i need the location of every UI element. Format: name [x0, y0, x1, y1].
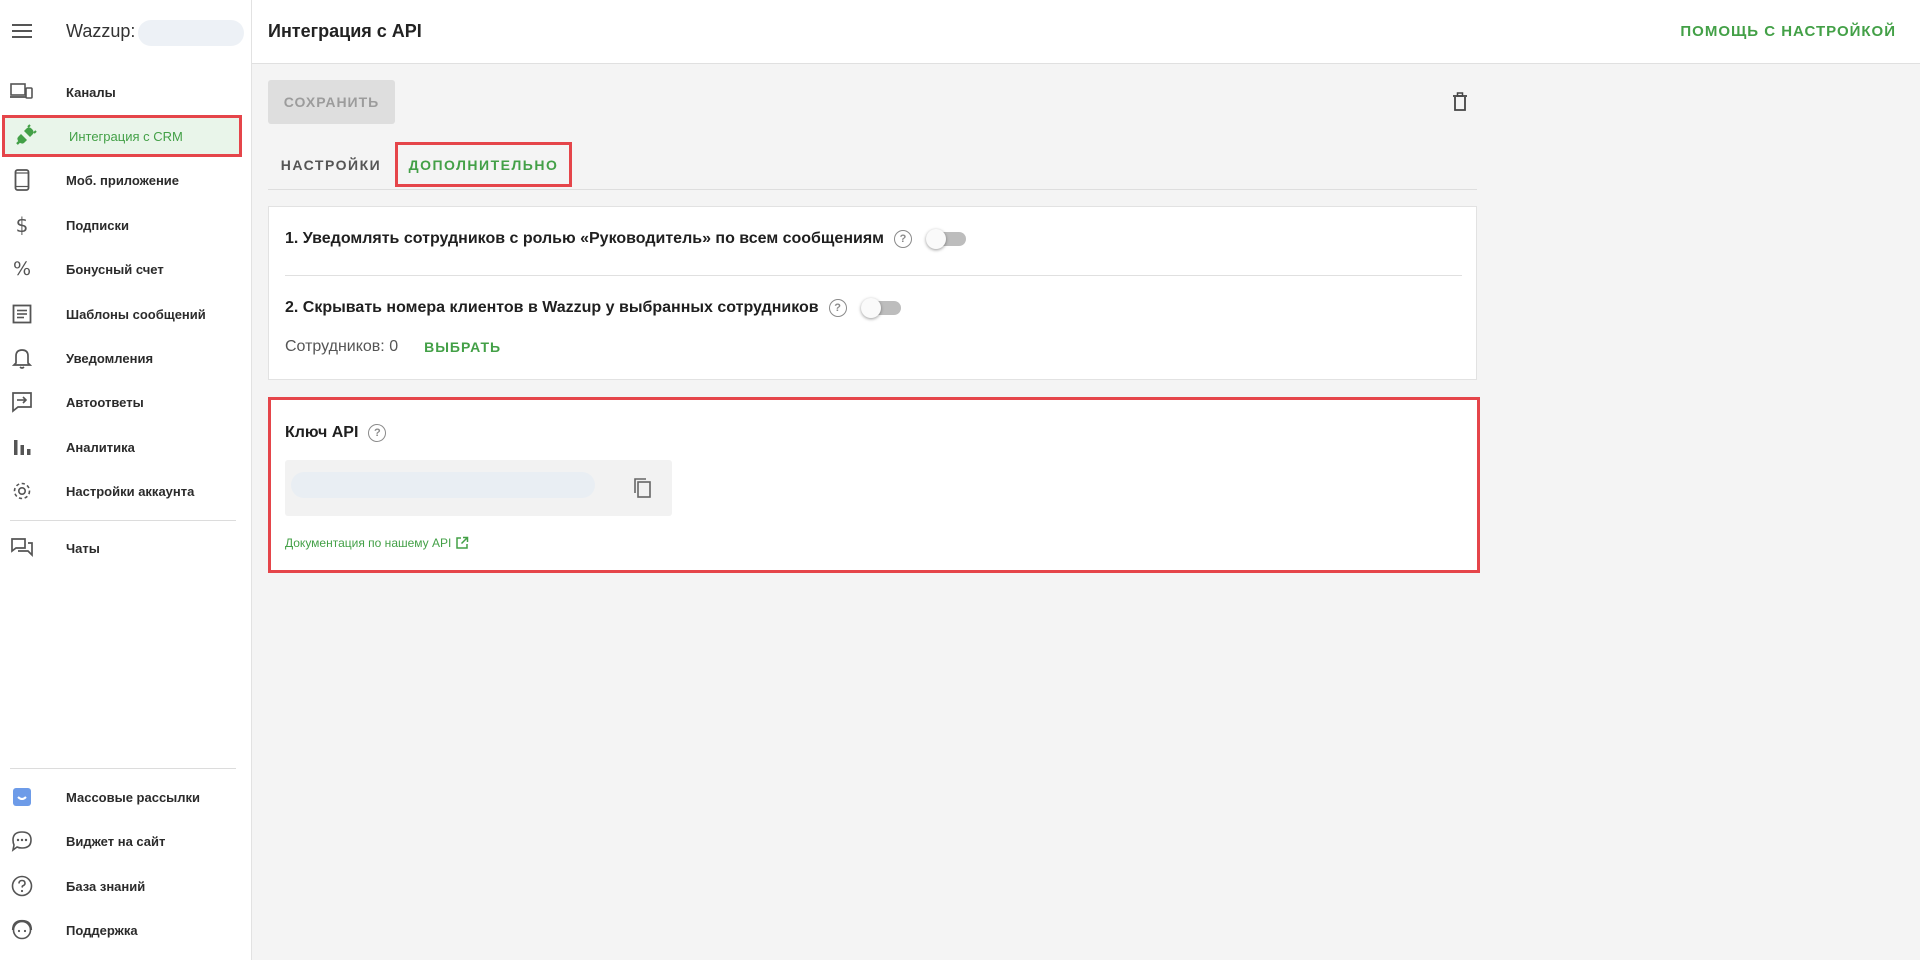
- chats-icon: [10, 536, 34, 560]
- sidebar-item-label: Виджет на сайт: [66, 833, 166, 849]
- plug-icon: [13, 124, 37, 148]
- sidebar-item-label: Аналитика: [66, 439, 135, 455]
- document-icon: [10, 302, 34, 326]
- help-icon[interactable]: ?: [828, 299, 847, 317]
- hide-numbers-toggle[interactable]: [860, 298, 901, 318]
- additional-settings-card: 1. Уведомлять сотрудников с ролью «Руков…: [268, 206, 1477, 380]
- sidebar-item-chats[interactable]: Чаты: [0, 528, 244, 568]
- sidebar-item-channels[interactable]: Каналы: [0, 72, 244, 112]
- employees-count: Сотрудников: 0: [285, 338, 399, 355]
- sidebar-item-autoreplies[interactable]: Автоответы: [0, 382, 244, 422]
- sidebar-item-label: Чаты: [66, 540, 100, 556]
- sidebar-item-label: База знаний: [66, 878, 146, 894]
- sidebar-item-bonus[interactable]: % Бонусный счет: [0, 249, 244, 289]
- sidebar-item-notifications[interactable]: Уведомления: [0, 338, 244, 378]
- sidebar-item-mass-mailing[interactable]: Массовые рассылки: [0, 777, 244, 817]
- tab-bar: НАСТРОЙКИ ДОПОЛНИТЕЛЬНО: [268, 138, 1477, 190]
- sidebar-item-label: Моб. приложение: [66, 172, 180, 188]
- bell-icon: [10, 346, 34, 370]
- chat-bubble-icon: [10, 829, 34, 853]
- employees-row: Сотрудников: 0 ВЫБРАТЬ: [285, 338, 501, 356]
- sidebar-item-label: Настройки аккаунта: [66, 483, 195, 499]
- tab-settings[interactable]: НАСТРОЙКИ: [268, 142, 394, 187]
- sidebar-item-analytics[interactable]: Аналитика: [0, 427, 244, 467]
- menu-icon[interactable]: [12, 20, 32, 44]
- bar-chart-icon: [10, 435, 34, 459]
- choose-employees-button[interactable]: ВЫБРАТЬ: [424, 339, 501, 355]
- support-icon: [10, 918, 34, 942]
- toggle-knob: [860, 298, 881, 318]
- notify-managers-toggle[interactable]: [926, 229, 966, 249]
- sidebar-item-mobile-app[interactable]: Моб. приложение: [0, 160, 244, 200]
- hide-numbers-label: 2. Скрывать номера клиентов в Wazzup у в…: [285, 299, 819, 316]
- api-docs-label: Документация по нашему API: [285, 536, 452, 550]
- api-key-title: Ключ API: [285, 424, 359, 441]
- api-docs-link[interactable]: Документация по нашему API: [285, 536, 469, 550]
- brand-name: Wazzup:: [66, 21, 136, 41]
- setup-help-link[interactable]: ПОМОЩЬ С НАСТРОЙКОЙ: [1680, 23, 1896, 40]
- sidebar-item-label: Интеграция с CRM: [69, 128, 183, 144]
- main-content: СОХРАНИТЬ НАСТРОЙКИ ДОПОЛНИТЕЛЬНО 1. Уве…: [252, 64, 1920, 960]
- devices-icon: [10, 80, 34, 104]
- percent-icon: %: [12, 258, 32, 280]
- copy-api-key-button[interactable]: [630, 476, 654, 500]
- sidebar-item-account-settings[interactable]: Настройки аккаунта: [0, 471, 244, 511]
- sidebar-item-label: Шаблоны сообщений: [66, 306, 206, 322]
- sidebar-item-widget[interactable]: Виджет на сайт: [0, 821, 244, 861]
- sidebar-item-label: Поддержка: [66, 922, 138, 938]
- sidebar-divider: [10, 768, 236, 769]
- sidebar-item-label: Каналы: [66, 84, 116, 100]
- gear-icon: [10, 479, 34, 503]
- toggle-knob: [926, 229, 946, 249]
- copy-icon: [634, 478, 651, 498]
- api-key-card: Ключ API ? Документация по нашему API: [268, 397, 1480, 573]
- sidebar-item-crm-integration[interactable]: Интеграция с CRM: [2, 115, 242, 157]
- sidebar-item-knowledge-base[interactable]: База знаний: [0, 866, 244, 906]
- autoreply-icon: [10, 390, 34, 414]
- sidebar-item-templates[interactable]: Шаблоны сообщений: [0, 294, 244, 334]
- sidebar-item-label: Подписки: [66, 217, 129, 233]
- trash-icon: [1453, 92, 1467, 111]
- dollar-icon: $: [15, 213, 29, 237]
- notify-managers-label: 1. Уведомлять сотрудников с ролью «Руков…: [285, 230, 884, 247]
- help-icon[interactable]: ?: [894, 230, 912, 248]
- sidebar-item-support[interactable]: Поддержка: [0, 910, 244, 950]
- api-key-value-redacted: [291, 472, 595, 498]
- sidebar-item-subscriptions[interactable]: $ Подписки: [0, 205, 244, 245]
- notify-managers-row: 1. Уведомлять сотрудников с ролью «Руков…: [285, 229, 966, 249]
- save-button[interactable]: СОХРАНИТЬ: [268, 80, 395, 124]
- help-icon[interactable]: ?: [368, 424, 387, 442]
- external-link-icon: [456, 536, 469, 549]
- page-title: Интеграция с API: [268, 21, 422, 41]
- api-key-field[interactable]: [285, 460, 672, 516]
- tab-additional[interactable]: ДОПОЛНИТЕЛЬНО: [395, 142, 572, 187]
- top-header: Интеграция с API ПОМОЩЬ С НАСТРОЙКОЙ: [252, 0, 1920, 64]
- settings-divider: [285, 275, 1462, 276]
- sidebar-item-label: Уведомления: [66, 350, 154, 366]
- sidebar-item-label: Автоответы: [66, 394, 144, 410]
- api-key-title-row: Ключ API ?: [285, 424, 387, 442]
- smartphone-icon: [10, 168, 34, 192]
- delete-integration-button[interactable]: [1448, 90, 1472, 114]
- help-circle-icon: [10, 874, 34, 898]
- account-name-redacted: [138, 20, 244, 46]
- sidebar-item-label: Бонусный счет: [66, 261, 164, 277]
- sidebar-divider: [10, 520, 236, 521]
- sidebar-item-label: Массовые рассылки: [66, 789, 201, 805]
- mailing-icon: [10, 785, 34, 809]
- brand-bar: Wazzup:: [0, 0, 252, 64]
- sidebar: Wazzup: Каналы Интеграция с CRM Моб. при…: [0, 0, 252, 960]
- hide-numbers-row: 2. Скрывать номера клиентов в Wazzup у в…: [285, 298, 901, 318]
